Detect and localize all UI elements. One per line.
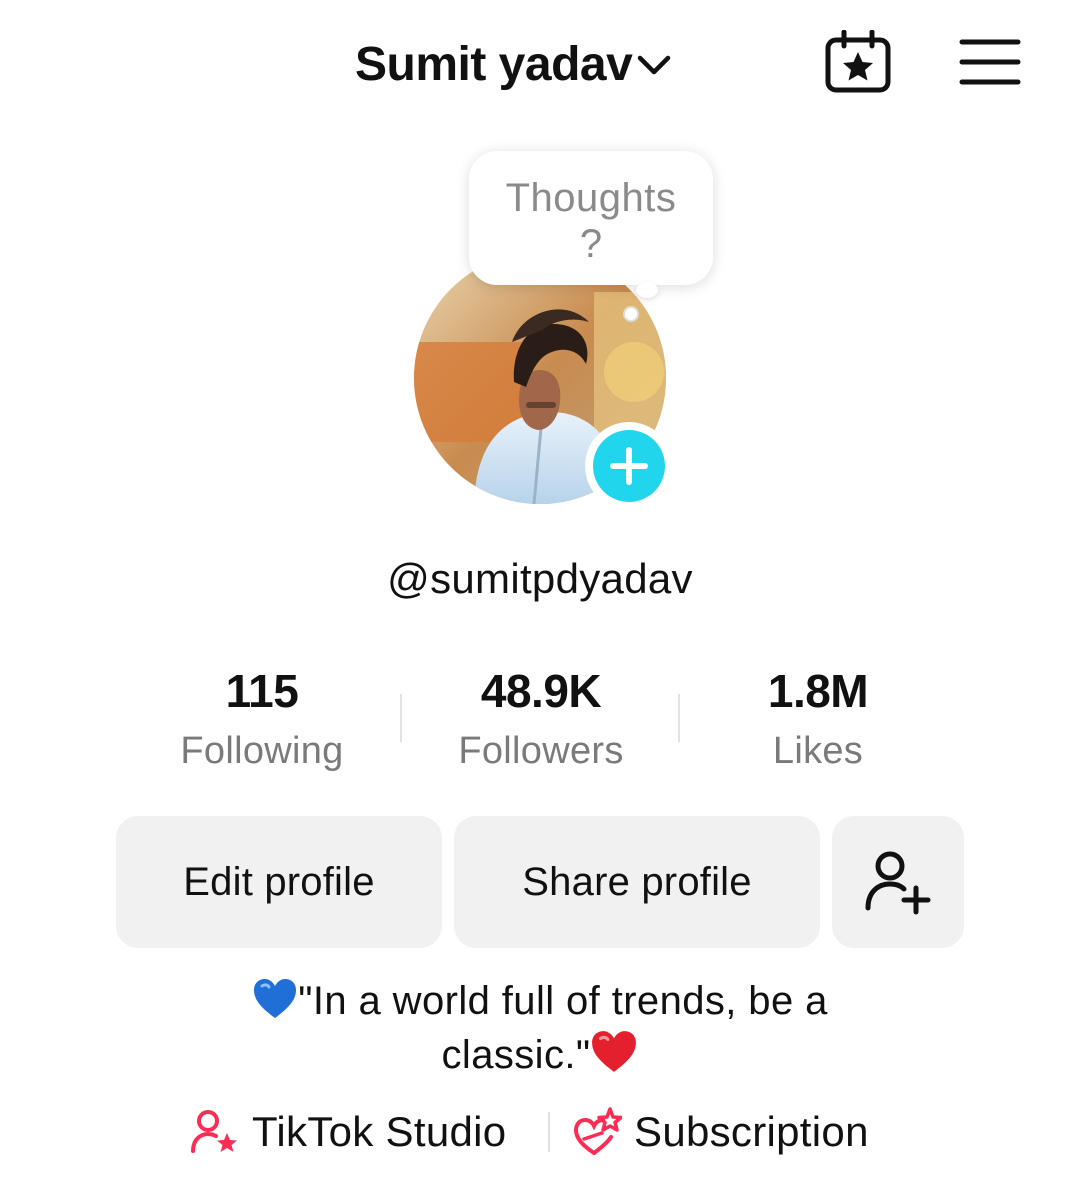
likes-count: 1.8M [767, 665, 869, 717]
username: @sumitpdyadav [387, 555, 693, 602]
chevron-down-icon [638, 55, 671, 75]
calendar-star-icon [825, 29, 891, 93]
share-profile-label: Share profile [522, 859, 752, 904]
stat-followers[interactable]: 48.9K Followers [421, 662, 661, 776]
edit-profile-label: Edit profile [183, 859, 375, 904]
stat-likes[interactable]: 1.8M Likes [698, 662, 938, 776]
bio-text-2: classic." [441, 1033, 591, 1077]
bio-text-1: "In a world full of trends, be a [298, 979, 828, 1023]
plus-icon [610, 447, 648, 485]
thoughts-bubble-dot [623, 306, 639, 322]
bio: "In a world full of trends, be a classic… [0, 974, 1080, 1082]
thoughts-label: Thoughts [505, 176, 677, 220]
hamburger-menu-icon [959, 39, 1021, 85]
tiktok-studio-link[interactable]: TikTok Studio [190, 1104, 506, 1160]
links-divider [548, 1112, 550, 1152]
menu-button[interactable] [958, 36, 1022, 88]
following-count: 115 [225, 665, 299, 717]
stat-following[interactable]: 115 Following [142, 662, 382, 776]
followers-label: Followers [458, 730, 624, 772]
stats-divider [678, 694, 680, 742]
stats-divider [400, 694, 402, 742]
blue-heart-icon [254, 979, 297, 1018]
calendar-star-button[interactable] [822, 29, 894, 94]
profile-links: TikTok Studio Subscription [0, 1104, 1080, 1164]
person-star-icon [191, 1110, 237, 1153]
red-heart-icon [592, 1031, 637, 1072]
subscription-label: Subscription [634, 1108, 869, 1155]
add-friend-button[interactable] [832, 816, 964, 948]
tiktok-studio-label: TikTok Studio [252, 1108, 507, 1155]
following-label: Following [180, 730, 344, 772]
share-profile-button[interactable]: Share profile [454, 816, 820, 948]
followers-count: 48.9K [480, 665, 602, 717]
add-story-button[interactable] [585, 422, 673, 510]
thoughts-bubble-tail [636, 282, 658, 298]
account-name: Sumit yadav [355, 37, 633, 91]
thoughts-question-mark: ? [579, 222, 603, 266]
likes-label: Likes [772, 730, 864, 772]
add-friend-icon [865, 851, 931, 915]
profile-stats: 115 Following 48.9K Followers 1.8M Likes [0, 662, 1080, 792]
account-switcher[interactable]: Sumit yadav [355, 34, 674, 94]
thoughts-bubble[interactable]: Thoughts ? [469, 151, 713, 285]
bio-line-1: "In a world full of trends, be a [0, 974, 1080, 1028]
top-bar: Sumit yadav [0, 0, 1080, 130]
bio-line-2: classic." [0, 1028, 1080, 1082]
edit-profile-button[interactable]: Edit profile [116, 816, 442, 948]
subscription-link[interactable]: Subscription [572, 1104, 869, 1160]
heart-star-icon [573, 1107, 622, 1155]
